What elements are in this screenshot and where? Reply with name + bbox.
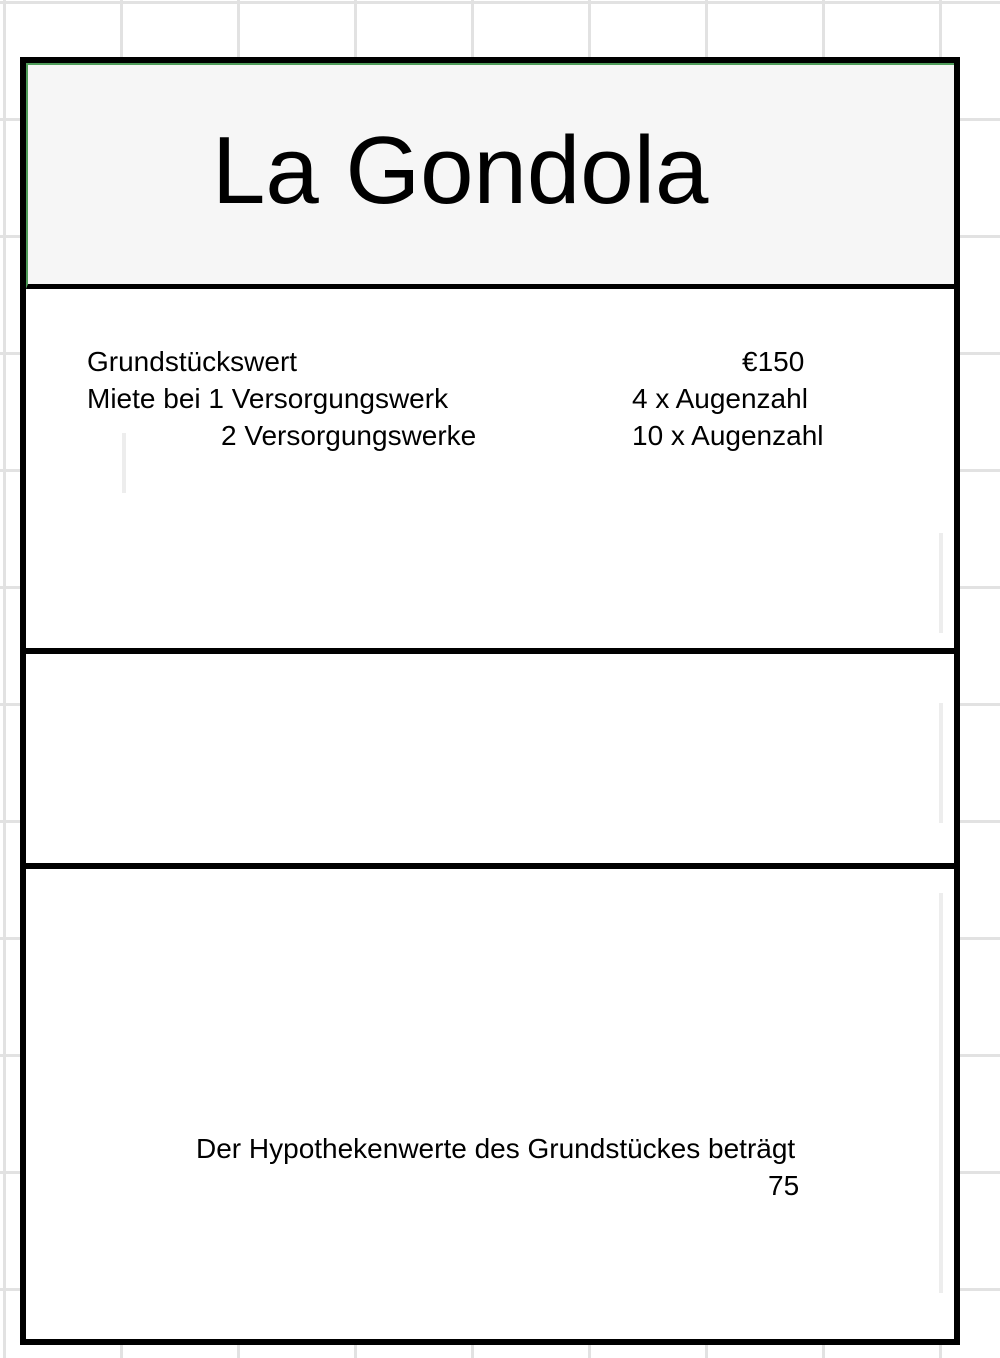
rent-one-utility-label: Miete bei 1 Versorgungswerk [87, 383, 449, 414]
card-divider-1 [26, 648, 954, 654]
property-card: La Gondola Grundstückswert €150 Miete be… [20, 57, 960, 1345]
property-value: €150 [742, 346, 805, 377]
property-value-label: Grundstückswert [87, 346, 298, 377]
card-divider-2 [26, 863, 954, 869]
grid-show-through [122, 433, 126, 493]
mortgage-value: 75 [768, 1170, 800, 1201]
grid-show-through [939, 893, 943, 1293]
grid-show-through [939, 703, 943, 823]
grid-show-through [939, 533, 943, 633]
rent-one-utility-value: 4 x Augenzahl [632, 383, 808, 414]
mortgage-text: Der Hypothekenwerte des Grundstückes bet… [196, 1133, 796, 1164]
rent-two-utilities-value: 10 x Augenzahl [632, 420, 824, 451]
card-title-bar: La Gondola [26, 63, 954, 289]
rent-two-utilities-label: 2 Versorgungswerke [221, 420, 477, 451]
card-title: La Gondola [212, 117, 709, 224]
